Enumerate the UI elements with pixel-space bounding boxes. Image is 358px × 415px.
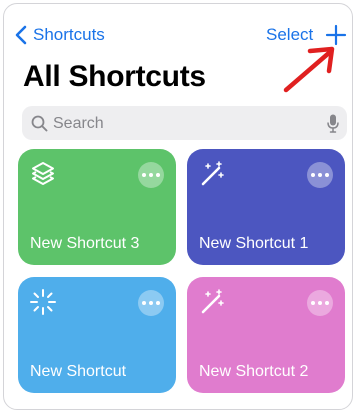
page-title: All Shortcuts (23, 60, 206, 93)
chevron-left-icon (15, 25, 27, 45)
more-dot (142, 173, 146, 177)
shortcut-label: New Shortcut 2 (199, 363, 309, 380)
plus-icon (325, 24, 347, 46)
shortcut-label: New Shortcut (30, 363, 127, 380)
sparkle-wand-icon (30, 289, 56, 315)
more-dot (142, 301, 146, 305)
layers-icon (32, 162, 54, 185)
more-dot (156, 301, 160, 305)
search-icon (31, 115, 48, 132)
more-dot (156, 173, 160, 177)
select-button[interactable]: Select (266, 23, 313, 47)
back-button[interactable]: Shortcuts (15, 22, 105, 48)
shortcut-card[interactable]: New Shortcut 3 (18, 149, 176, 265)
shortcut-card[interactable]: New Shortcut 2 (187, 277, 345, 393)
more-dot (149, 301, 153, 305)
microphone-icon[interactable] (327, 114, 339, 133)
magic-wand-icon (201, 161, 224, 186)
more-dot (149, 173, 153, 177)
more-dot (325, 301, 329, 305)
more-options-button[interactable] (307, 162, 333, 188)
more-options-button[interactable] (138, 290, 164, 316)
shortcut-label: New Shortcut 3 (30, 235, 140, 252)
back-button-label: Shortcuts (33, 25, 105, 44)
shortcut-card[interactable]: New Shortcut (18, 277, 176, 393)
more-dot (318, 173, 322, 177)
more-options-button[interactable] (138, 162, 164, 188)
more-dot (311, 301, 315, 305)
more-dot (318, 301, 322, 305)
more-dot (311, 173, 315, 177)
shortcut-card[interactable]: New Shortcut 1 (187, 149, 345, 265)
app-frame: Shortcuts Select All Shortcuts Search Ne… (3, 3, 353, 410)
search-input[interactable] (51, 111, 325, 137)
add-shortcut-button[interactable] (324, 23, 348, 47)
search-bar[interactable] (22, 106, 347, 140)
magic-wand-icon (201, 289, 224, 314)
red-arrow-icon (283, 46, 335, 93)
shortcut-label: New Shortcut 1 (199, 235, 309, 252)
more-options-button[interactable] (307, 290, 333, 316)
more-dot (325, 173, 329, 177)
